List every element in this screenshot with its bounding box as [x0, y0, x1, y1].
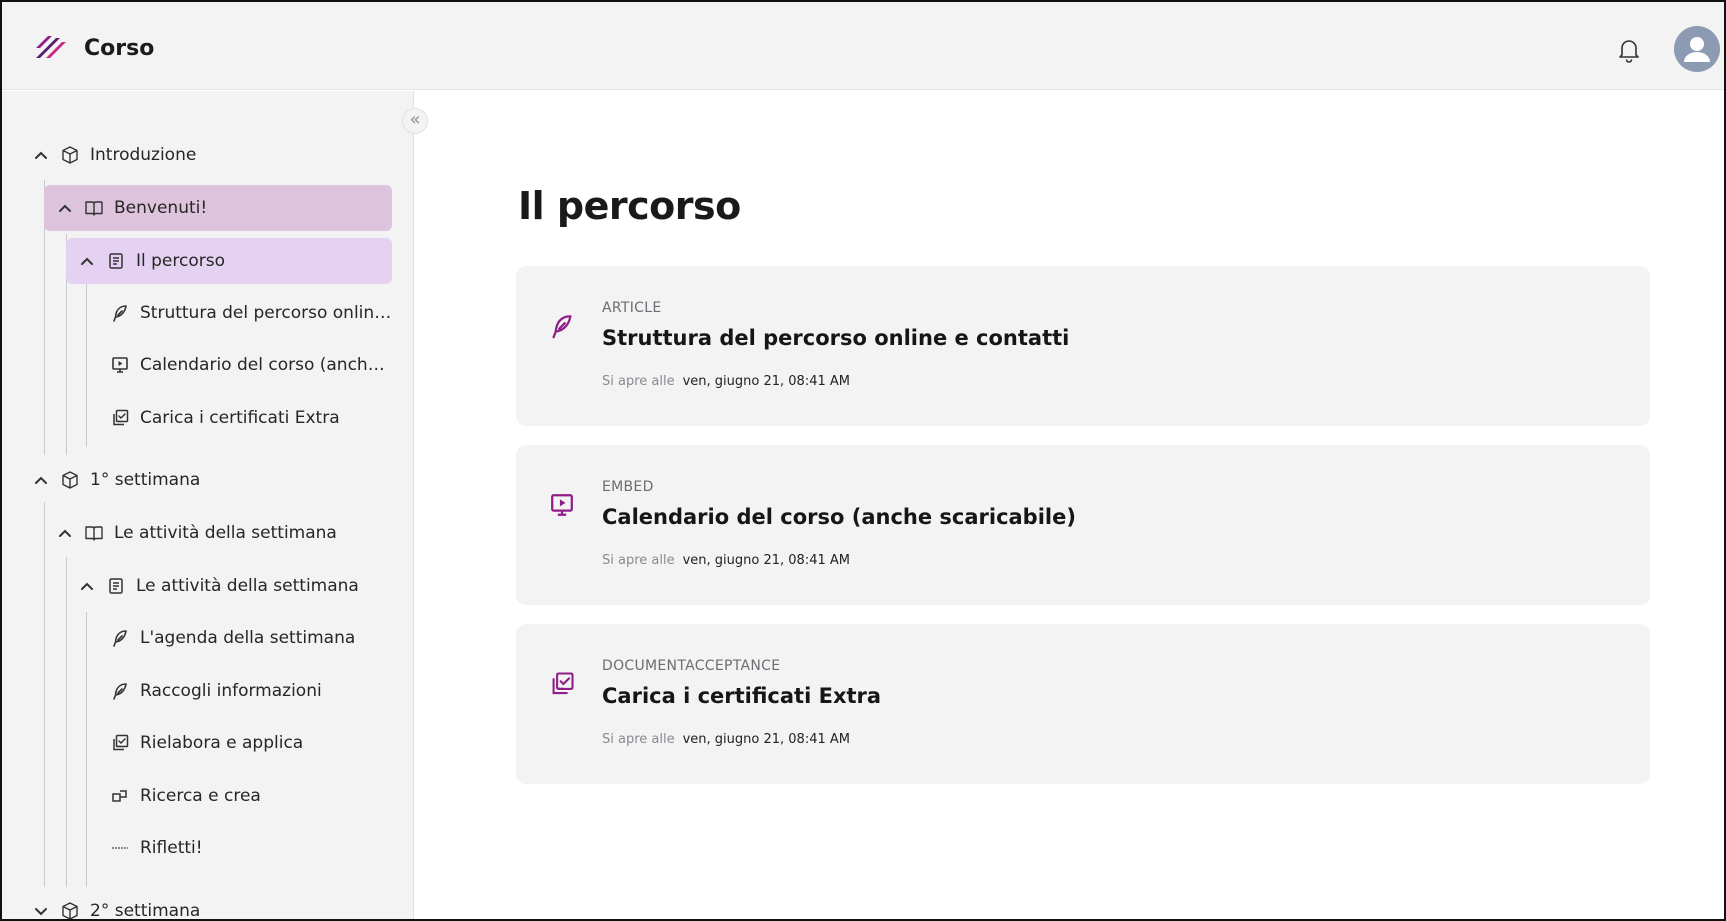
opens-at-label: Si apre alle: [602, 553, 675, 568]
app-window: Corso « Introduzione Benvenuti! Il perco…: [0, 0, 1726, 921]
activity-opens-at: Si apre alle ven, giugno 21, 08:41 AM: [602, 374, 850, 389]
document-icon: [106, 576, 126, 596]
cube-icon: [60, 470, 80, 490]
tree-activity-raccogli[interactable]: Raccogli informazioni: [110, 668, 395, 714]
checked-copy-icon: [548, 670, 576, 698]
presentation-icon: [548, 491, 576, 519]
checked-copy-icon: [110, 408, 130, 428]
feather-icon: [110, 681, 130, 701]
bell-icon[interactable]: [1616, 36, 1642, 64]
chevron-up-icon[interactable]: [80, 581, 94, 591]
tree-module-introduzione[interactable]: Introduzione: [34, 132, 394, 178]
user-avatar-icon[interactable]: [1674, 26, 1720, 72]
activity-card[interactable]: DOCUMENTACCEPTANCE Carica i certificati …: [516, 624, 1650, 784]
tree-item-label: Ricerca e crea: [140, 786, 261, 806]
chevron-up-icon[interactable]: [80, 256, 94, 266]
tree-section-attivita[interactable]: Le attività della settimana: [44, 510, 392, 556]
tree-guide-line: [86, 612, 87, 887]
tree-item-label: Calendario del corso (anche s...: [140, 355, 395, 375]
tree-item-label: L'agenda della settimana: [140, 628, 356, 648]
tree-activity-struttura[interactable]: Struttura del percorso online ...: [110, 290, 395, 336]
tree-item-label: 1° settimana: [90, 470, 201, 490]
tree-guide-line: [86, 282, 87, 447]
opens-at-label: Si apre alle: [602, 374, 675, 389]
chevron-up-icon[interactable]: [58, 528, 72, 538]
tree-lesson-il-percorso[interactable]: Il percorso: [66, 238, 392, 284]
tree-guide-line: [44, 502, 45, 887]
feather-icon: [110, 303, 130, 323]
tree-section-benvenuti[interactable]: Benvenuti!: [44, 185, 392, 231]
top-header: Corso: [2, 2, 1724, 90]
tree-item-label: 2° settimana: [90, 901, 201, 921]
activity-opens-at: Si apre alle ven, giugno 21, 08:41 AM: [602, 732, 850, 747]
tree-item-label: Il percorso: [136, 251, 226, 271]
tree-module-settimana-2[interactable]: 2° settimana: [34, 888, 394, 921]
opens-at-label: Si apre alle: [602, 732, 675, 747]
app-title[interactable]: Corso: [84, 36, 154, 61]
tree-lesson-attivita[interactable]: Le attività della settimana: [66, 563, 392, 609]
tree-item-label: Carica i certificati Extra: [140, 408, 340, 428]
document-icon: [106, 251, 126, 271]
page-title: Il percorso: [518, 184, 741, 228]
opens-at-value: ven, giugno 21, 08:41 AM: [682, 374, 850, 389]
tree-module-settimana-1[interactable]: 1° settimana: [34, 457, 394, 503]
collapse-sidebar-button[interactable]: «: [402, 108, 428, 134]
opens-at-value: ven, giugno 21, 08:41 AM: [682, 553, 850, 568]
tree-item-label: Struttura del percorso online ...: [140, 303, 395, 323]
activity-type: DOCUMENTACCEPTANCE: [602, 658, 781, 674]
activity-card[interactable]: EMBED Calendario del corso (anche scaric…: [516, 445, 1650, 605]
tree-activity-ricerca[interactable]: Ricerca e crea: [110, 773, 395, 819]
tree-item-label: Introduzione: [90, 145, 197, 165]
tree-activity-certificati[interactable]: Carica i certificati Extra: [110, 395, 395, 441]
book-icon: [84, 523, 104, 543]
tree-item-label: Le attività della settimana: [114, 523, 337, 543]
tree-activity-rifletti[interactable]: Rifletti!: [110, 825, 395, 871]
activity-type: ARTICLE: [602, 300, 662, 316]
tree-item-label: Benvenuti!: [114, 198, 208, 218]
activity-title[interactable]: Carica i certificati Extra: [602, 684, 881, 708]
divider-icon: [110, 838, 130, 858]
book-icon: [84, 198, 104, 218]
cube-icon: [60, 145, 80, 165]
feather-icon: [548, 312, 576, 340]
tree-activity-agenda[interactable]: L'agenda della settimana: [110, 615, 395, 661]
activity-title[interactable]: Struttura del percorso online e contatti: [602, 326, 1069, 350]
opens-at-value: ven, giugno 21, 08:41 AM: [682, 732, 850, 747]
chevron-up-icon[interactable]: [58, 203, 72, 213]
activity-opens-at: Si apre alle ven, giugno 21, 08:41 AM: [602, 553, 850, 568]
tree-activity-calendario[interactable]: Calendario del corso (anche s...: [110, 342, 395, 388]
tree-item-label: Le attività della settimana: [136, 576, 359, 596]
presentation-icon: [110, 355, 130, 375]
tree-item-label: Rifletti!: [140, 838, 203, 858]
tree-item-label: Raccogli informazioni: [140, 681, 322, 701]
activity-type: EMBED: [602, 479, 654, 495]
chevron-up-icon[interactable]: [34, 475, 48, 485]
zigzag-logo-icon[interactable]: [32, 28, 70, 66]
tree-item-label: Rielabora e applica: [140, 733, 304, 753]
chevron-down-icon[interactable]: [34, 906, 48, 916]
cube-icon: [60, 901, 80, 921]
checked-copy-icon: [110, 733, 130, 753]
chevron-up-icon[interactable]: [34, 150, 48, 160]
activity-card[interactable]: ARTICLE Struttura del percorso online e …: [516, 266, 1650, 426]
tree-activity-rielabora[interactable]: Rielabora e applica: [110, 720, 395, 766]
feather-icon: [110, 628, 130, 648]
activity-title[interactable]: Calendario del corso (anche scaricabile): [602, 505, 1076, 529]
blocks-icon: [110, 786, 130, 806]
